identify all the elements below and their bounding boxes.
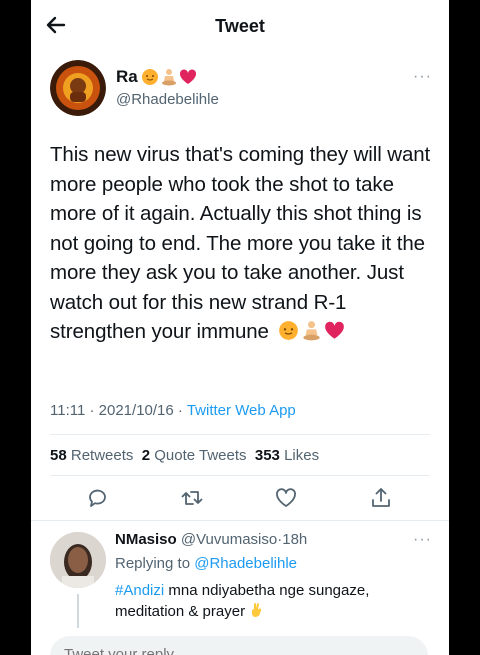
reply-more-options-icon[interactable]: ···	[413, 531, 432, 549]
likes-label: Likes	[284, 447, 320, 464]
header: Tweet	[31, 0, 449, 52]
sun-face-emoji	[141, 69, 158, 85]
reply-author-handle[interactable]: @Vuvumasiso	[181, 531, 277, 548]
divider	[31, 520, 449, 521]
share-icon	[372, 488, 390, 507]
heart-icon	[276, 488, 296, 507]
replying-to: Replying to @Rhadebelihle	[115, 555, 297, 572]
reply-header: NMasiso @Vuvumasiso·18h	[115, 531, 308, 548]
divider	[50, 475, 430, 476]
retweet-icon	[181, 491, 203, 505]
tweet-actions	[31, 486, 449, 512]
tweet-meta: 11:11 · 2021/10/16 · Twitter Web App	[50, 402, 296, 419]
page-title: Tweet	[215, 16, 265, 36]
author-name: Ra	[116, 67, 138, 86]
crossed-fingers-emoji	[252, 603, 262, 617]
meditating-person-emoji	[161, 69, 176, 86]
author-name-row[interactable]: Ra	[116, 67, 197, 87]
reply-time: 18h	[282, 531, 308, 548]
author-avatar[interactable]	[50, 60, 106, 116]
author-handle[interactable]: @Rhadebelihle	[116, 91, 219, 108]
retweet-button[interactable]	[180, 486, 204, 510]
thread-line	[77, 594, 79, 628]
reply-icon	[89, 489, 106, 507]
divider	[50, 434, 430, 435]
retweets-count: 58	[50, 447, 67, 464]
red-heart-emoji	[179, 69, 196, 84]
quotes-stat[interactable]: 2 Quote Tweets	[142, 447, 247, 464]
meditating-person-emoji	[303, 321, 321, 341]
reply-author-avatar[interactable]	[50, 532, 106, 588]
retweets-stat[interactable]: 58 Retweets	[50, 447, 133, 464]
sun-face-emoji	[279, 321, 299, 340]
tweet-source-link[interactable]: Twitter Web App	[187, 402, 296, 419]
retweets-label: Retweets	[70, 447, 134, 464]
replying-to-label: Replying to	[115, 555, 191, 572]
reply-button[interactable]	[86, 486, 110, 510]
quotes-count: 2	[141, 447, 151, 464]
share-button[interactable]	[369, 486, 393, 510]
like-button[interactable]	[274, 486, 298, 510]
more-options-icon[interactable]: ···	[413, 68, 432, 86]
quotes-label: Quote Tweets	[154, 447, 247, 464]
tweet-text-content: This new virus that's coming they will w…	[50, 143, 431, 343]
tweet-stats: 58 Retweets 2 Quote Tweets 353 Likes	[50, 447, 319, 464]
reply-hashtag[interactable]: #Andizi	[115, 582, 164, 599]
tweet-time: 11:11	[50, 402, 86, 419]
reply-input[interactable]	[62, 645, 406, 655]
replying-to-handle[interactable]: @Rhadebelihle	[194, 555, 297, 572]
likes-count: 353	[254, 447, 280, 464]
red-heart-emoji	[325, 321, 345, 339]
reply-author-name[interactable]: NMasiso	[115, 531, 177, 548]
tweet-date: 2021/10/16	[98, 402, 174, 419]
tweet-text: This new virus that's coming they will w…	[50, 140, 435, 347]
tweet-screen: Tweet Ra @Rhadebelihle ··· This new viru…	[31, 0, 449, 655]
reply-composer[interactable]	[50, 636, 428, 655]
likes-stat[interactable]: 353 Likes	[255, 447, 319, 464]
reply-text: #Andizi mna ndiyabetha nge sungaze, medi…	[115, 580, 415, 622]
